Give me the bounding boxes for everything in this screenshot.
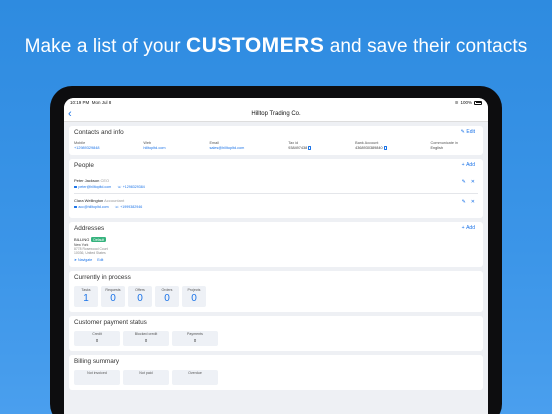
billing-summary-card: Billing summary Not invoiced Not paid Ov… xyxy=(69,354,483,390)
headline-pre: Make a list of your xyxy=(24,36,187,57)
navigate-button[interactable]: ➤ Navigate xyxy=(74,258,92,262)
edit-contacts-button[interactable]: ✎ Edit xyxy=(461,129,475,135)
stat-overdue[interactable]: Overdue xyxy=(172,369,218,385)
person-email[interactable]: peter@hilltopltd.com xyxy=(74,185,111,189)
phone-icon: ☏ xyxy=(114,205,120,209)
stat-offers[interactable]: Offers 0 xyxy=(128,285,152,307)
main-content: Contacts and info ✎ Edit Mobile +1298932… xyxy=(64,126,488,390)
plus-icon: + xyxy=(461,162,465,168)
stat-not-invoiced[interactable]: Not invoiced xyxy=(74,369,120,385)
stat-blocked-credit[interactable]: Blocked credit 0 xyxy=(123,330,169,346)
billing-summary-title: Billing summary xyxy=(74,357,120,365)
stat-requests[interactable]: Requests 0 xyxy=(101,285,125,307)
wifi-icon: ≋ xyxy=(454,99,459,105)
app-screen: 10:19 PM Mon Jul 8 ≋ 100% ‹ Hilltop Trad… xyxy=(64,98,488,414)
headline-strong: CUSTOMERS xyxy=(186,34,325,57)
person-phone[interactable]: ☏ +1999382946 xyxy=(115,205,143,209)
pencil-icon[interactable]: ✎ xyxy=(462,179,466,185)
addresses-card: Addresses + Add BILLING Default New York… xyxy=(69,222,483,267)
copy-icon[interactable] xyxy=(383,146,387,150)
contact-fields: Mobile +12989329848 Web hilltopltd.com E… xyxy=(74,141,478,150)
payment-status-title: Customer payment status xyxy=(74,318,147,326)
navigate-arrow-icon: ➤ xyxy=(74,257,78,262)
status-time: 10:19 PM Mon Jul 8 xyxy=(70,100,112,105)
stat-payments[interactable]: Payments 0 xyxy=(172,330,218,346)
contacts-info-card: Contacts and info ✎ Edit Mobile +1298932… xyxy=(69,126,483,155)
people-card: People + Add Peter Jackson CEO peter@hil… xyxy=(69,159,483,218)
payment-stats: Credit 0 Blocked credit 0 Payments 0 xyxy=(74,330,478,346)
add-address-button[interactable]: + Add xyxy=(462,225,475,231)
mail-icon xyxy=(74,205,78,209)
field-mobile[interactable]: Mobile +12989329848 xyxy=(74,141,99,150)
nav-bar: ‹ Hilltop Trading Co. xyxy=(64,107,488,122)
page-title: Hilltop Trading Co. xyxy=(251,111,301,117)
stat-tasks[interactable]: Tasks 1 xyxy=(74,285,98,307)
stat-projects[interactable]: Projects 0 xyxy=(182,285,206,307)
marketing-headline: Make a list of your CUSTOMERS and save t… xyxy=(0,34,552,58)
address-lines: New York 8778 Rosewood Court 10036, Unit… xyxy=(74,243,108,256)
address-header: BILLING Default xyxy=(74,237,478,242)
address-actions: ➤ Navigate Edit xyxy=(74,258,478,262)
payment-status-card: Customer payment status Credit 0 Blocked… xyxy=(69,315,483,351)
close-icon[interactable]: ✕ xyxy=(471,179,475,185)
status-right: ≋ 100% xyxy=(455,100,482,106)
address-type: BILLING xyxy=(74,237,90,242)
stat-orders[interactable]: Orders 0 xyxy=(155,285,179,307)
person-role: CEO xyxy=(100,178,110,183)
phone-icon: ☏ xyxy=(117,185,122,189)
field-language: Communicate in English xyxy=(430,141,458,150)
field-tax-id[interactable]: Tax id 938497438 xyxy=(288,141,312,150)
stat-credit[interactable]: Credit 0 xyxy=(74,330,120,346)
battery-label: 100% xyxy=(460,100,472,105)
field-bank-account[interactable]: Bank Account 4368930389840 xyxy=(355,141,387,150)
addresses-title: Addresses xyxy=(74,225,105,232)
list-item[interactable]: Peter Jackson CEO peter@hilltopltd.com ☏… xyxy=(74,174,478,194)
stat-not-paid[interactable]: Not paid xyxy=(123,369,169,385)
add-person-button[interactable]: + Add xyxy=(462,162,475,168)
pencil-icon: ✎ xyxy=(460,129,465,135)
person-role: Accountant xyxy=(104,198,125,203)
copy-icon[interactable] xyxy=(308,146,312,150)
close-icon[interactable]: ✕ xyxy=(471,199,475,205)
person-name: Peter Jackson xyxy=(74,178,100,183)
plus-icon: + xyxy=(461,225,465,231)
in-process-stats: Tasks 1 Requests 0 Offers 0 Orders 0 Pro… xyxy=(74,285,478,307)
field-email[interactable]: Email sales@hilltopltd.com xyxy=(209,141,244,150)
status-bar: 10:19 PM Mon Jul 8 ≋ 100% xyxy=(64,98,488,107)
billing-stats: Not invoiced Not paid Overdue xyxy=(74,369,478,385)
status-badge: Default xyxy=(91,237,107,242)
list-item[interactable]: Clara Wellington Accountant acc@hilltopl… xyxy=(74,194,478,213)
contacts-info-title: Contacts and info xyxy=(74,129,124,136)
in-process-card: Currently in process Tasks 1 Requests 0 … xyxy=(69,270,483,312)
person-email[interactable]: acc@hilltopltd.com xyxy=(74,205,109,209)
person-name: Clara Wellington xyxy=(74,198,104,203)
person-phone[interactable]: ☏ +1298329384 xyxy=(117,185,145,189)
edit-address-button[interactable]: Edit xyxy=(97,258,103,262)
battery-icon xyxy=(474,100,482,105)
in-process-title: Currently in process xyxy=(74,273,131,281)
field-web[interactable]: Web hilltopltd.com xyxy=(143,141,165,150)
headline-post: and save their contacts xyxy=(324,36,528,57)
mail-icon xyxy=(74,185,78,189)
pencil-icon[interactable]: ✎ xyxy=(462,199,466,205)
back-chevron-icon[interactable]: ‹ xyxy=(68,108,72,121)
people-title: People xyxy=(74,162,94,169)
